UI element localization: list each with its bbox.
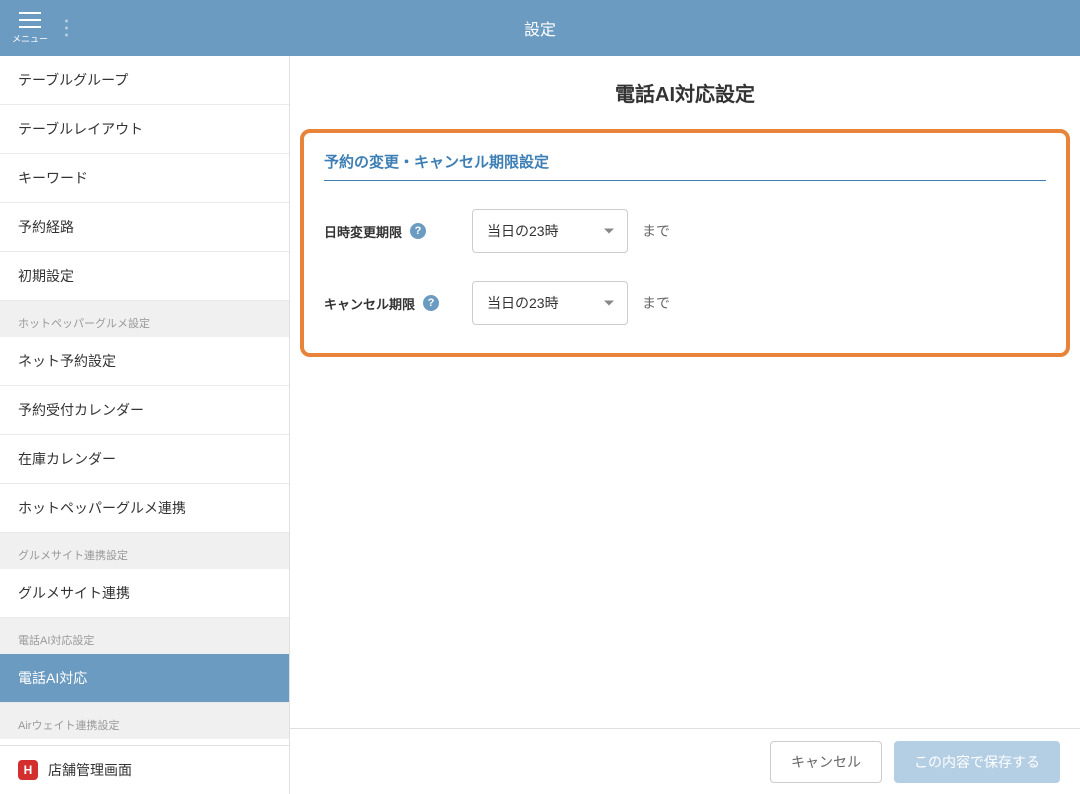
help-icon[interactable]: ? (423, 295, 439, 311)
sidebar-section-gourmet: グルメサイト連携設定 (0, 533, 289, 569)
store-icon: H (18, 760, 38, 780)
sidebar-item-reservation-route[interactable]: 予約経路 (0, 203, 289, 252)
sidebar-section-airwait: Airウェイト連携設定 (0, 703, 289, 739)
main-panel: 電話AI対応設定 予約の変更・キャンセル期限設定 日時変更期限 ? 当日の23時… (290, 56, 1080, 794)
change-deadline-select[interactable]: 当日の23時 (472, 209, 628, 253)
page-title: 電話AI対応設定 (290, 56, 1080, 129)
hamburger-icon (19, 12, 41, 28)
chevron-down-icon (604, 229, 614, 234)
form-row-change-deadline: 日時変更期限 ? 当日の23時 まで (324, 209, 1046, 253)
help-icon[interactable]: ? (410, 223, 426, 239)
sidebar-item-hpg-link[interactable]: ホットペッパーグルメ連携 (0, 484, 289, 533)
sidebar-item-reservation-calendar[interactable]: 予約受付カレンダー (0, 386, 289, 435)
footer-bar: キャンセル この内容で保存する (290, 728, 1080, 794)
sidebar-footer-label: 店舗管理画面 (48, 760, 132, 780)
cancel-deadline-select[interactable]: 当日の23時 (472, 281, 628, 325)
cancel-deadline-value: 当日の23時 (487, 293, 559, 313)
form-row-cancel-deadline: キャンセル期限 ? 当日の23時 まで (324, 281, 1046, 325)
sidebar-item-net-reservation[interactable]: ネット予約設定 (0, 337, 289, 386)
header-title: 設定 (524, 16, 556, 40)
menu-dots-icon (65, 20, 68, 37)
sidebar-item-table-layout[interactable]: テーブルレイアウト (0, 105, 289, 154)
sidebar-section-phone-ai: 電話AI対応設定 (0, 618, 289, 654)
menu-button[interactable]: メニュー (0, 0, 60, 56)
save-button[interactable]: この内容で保存する (894, 741, 1060, 783)
change-deadline-suffix: まで (642, 221, 670, 241)
menu-label: メニュー (12, 32, 48, 45)
cancel-button[interactable]: キャンセル (770, 741, 882, 783)
sidebar-item-phone-ai[interactable]: 電話AI対応 (0, 654, 289, 703)
app-header: メニュー 設定 (0, 0, 1080, 56)
sidebar-section-hpg: ホットペッパーグルメ設定 (0, 301, 289, 337)
cancel-deadline-label: キャンセル期限 (324, 294, 415, 313)
sidebar: テーブルグループ テーブルレイアウト キーワード 予約経路 初期設定 ホットペッ… (0, 56, 290, 794)
sidebar-item-stock-calendar[interactable]: 在庫カレンダー (0, 435, 289, 484)
deadline-settings-section: 予約の変更・キャンセル期限設定 日時変更期限 ? 当日の23時 まで (300, 129, 1070, 357)
sidebar-footer-store-admin[interactable]: H 店舗管理画面 (0, 745, 289, 794)
sidebar-item-initial-settings[interactable]: 初期設定 (0, 252, 289, 301)
cancel-deadline-suffix: まで (642, 293, 670, 313)
sidebar-item-keyword[interactable]: キーワード (0, 154, 289, 203)
sidebar-item-gourmet-link[interactable]: グルメサイト連携 (0, 569, 289, 618)
change-deadline-label: 日時変更期限 (324, 222, 402, 241)
section-title: 予約の変更・キャンセル期限設定 (324, 151, 1046, 181)
sidebar-item-table-group[interactable]: テーブルグループ (0, 56, 289, 105)
chevron-down-icon (604, 301, 614, 306)
change-deadline-value: 当日の23時 (487, 221, 559, 241)
